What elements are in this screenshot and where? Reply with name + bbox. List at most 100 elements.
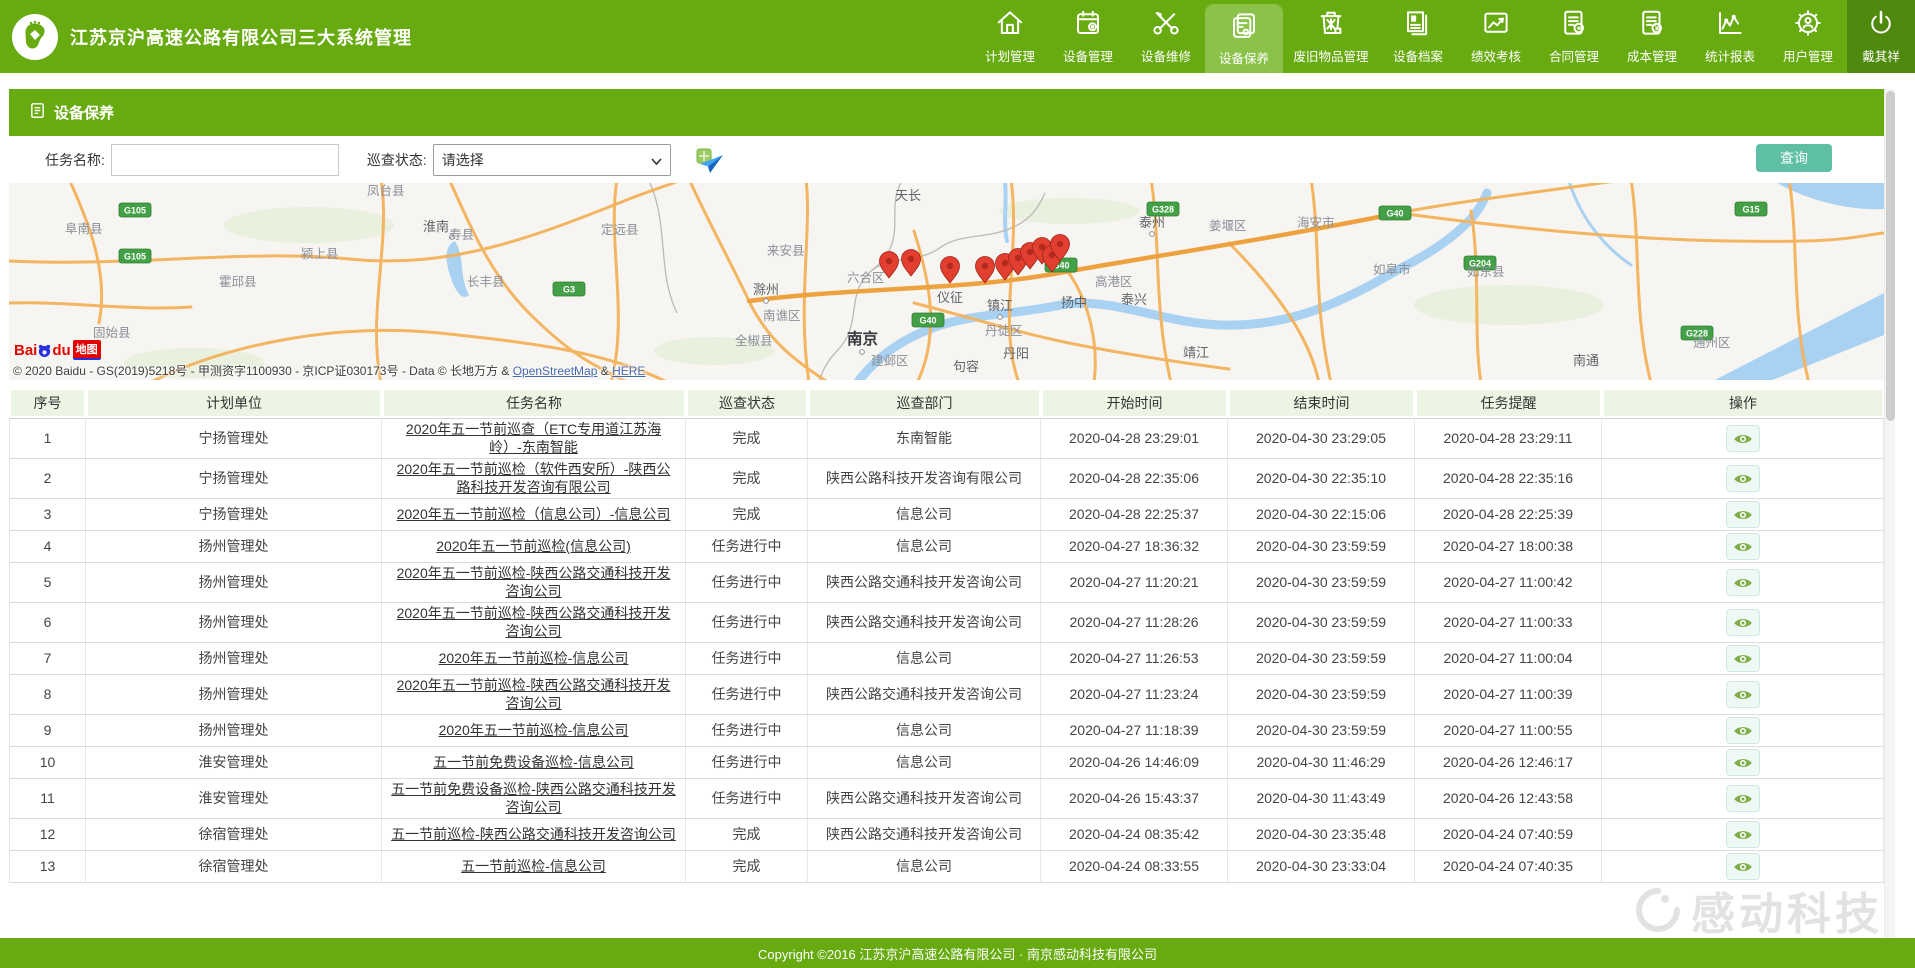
task-table-container: 序号计划单位任务名称巡查状态巡查部门开始时间结束时间任务提醒操作 1宁扬管理处2…: [9, 388, 1884, 930]
task-link[interactable]: 五一节前免费设备巡检-信息公司: [433, 754, 634, 770]
baidu-map[interactable]: G105G105G3G40G40G40G328G204G15G228 凤台县阜南…: [9, 183, 1884, 380]
task-link[interactable]: 2020年五一节前巡检-陕西公路交通科技开发咨询公司: [397, 565, 671, 599]
view-detail-button[interactable]: [1726, 645, 1760, 672]
task-name: 2020年五一节前巡查（ETC专用道江苏海岭）-东南智能: [382, 418, 686, 459]
view-detail-button[interactable]: [1726, 609, 1760, 636]
map-place-label: 六合区: [847, 270, 885, 285]
inspect-status: 任务进行中: [686, 563, 808, 603]
task-link[interactable]: 2020年五一节前巡检-陕西公路交通科技开发咨询公司: [397, 605, 671, 639]
map-pin-icon[interactable]: [902, 250, 921, 277]
nav-item-performance[interactable]: 绩效考核: [1457, 0, 1535, 73]
nav-item-usermgr[interactable]: 用户管理: [1769, 0, 1847, 73]
task-link[interactable]: 2020年五一节前巡检（软件西安所）-陕西公路科技开发咨询有限公司: [397, 461, 671, 495]
baidu-map-logo[interactable]: Bai du 地图: [14, 340, 101, 360]
vertical-scrollbar[interactable]: [1884, 89, 1895, 938]
map-place-label: 扬中: [1061, 295, 1087, 310]
nav-item-waste[interactable]: 废旧物品管理: [1283, 0, 1379, 73]
tools-icon: [1151, 8, 1181, 43]
view-detail-button[interactable]: [1726, 501, 1760, 528]
task-name-input[interactable]: [111, 144, 339, 176]
task-name: 2020年五一节前巡检（软件西安所）-陕西公路科技开发咨询有限公司: [382, 459, 686, 499]
baidu-logo-bai: Bai: [14, 342, 37, 359]
map-place-label: 滁州: [753, 282, 779, 297]
task-table: 序号计划单位任务名称巡查状态巡查部门开始时间结束时间任务提醒操作 1宁扬管理处2…: [9, 388, 1884, 883]
view-detail-button[interactable]: [1726, 681, 1760, 708]
column-header: 任务提醒: [1415, 388, 1602, 418]
status-select[interactable]: 请选择: [433, 144, 671, 176]
start-time: 2020-04-26 15:43:37: [1041, 779, 1228, 819]
scrollbar-thumb[interactable]: [1886, 91, 1895, 421]
eye-icon: [1733, 860, 1753, 874]
eye-icon: [1733, 616, 1753, 630]
view-detail-button[interactable]: [1726, 853, 1760, 880]
row-number: 9: [9, 715, 86, 747]
nav-item-maintain[interactable]: 设备保养: [1205, 4, 1283, 73]
highway-badge: G328: [1147, 202, 1179, 216]
table-row: 2宁扬管理处2020年五一节前巡检（软件西安所）-陕西公路科技开发咨询有限公司完…: [9, 459, 1884, 499]
row-actions: [1602, 643, 1884, 675]
nav-item-cost[interactable]: ¥成本管理: [1613, 0, 1691, 73]
end-time: 2020-04-30 23:29:05: [1228, 418, 1415, 459]
view-detail-button[interactable]: [1726, 569, 1760, 596]
task-link[interactable]: 2020年五一节前巡检-信息公司: [439, 722, 629, 738]
plan-unit: 扬州管理处: [86, 563, 382, 603]
view-detail-button[interactable]: [1726, 465, 1760, 492]
plan-unit: 徐宿管理处: [86, 819, 382, 851]
table-row: 9扬州管理处2020年五一节前巡检-信息公司任务进行中信息公司2020-04-2…: [9, 715, 1884, 747]
query-button[interactable]: 查询: [1756, 144, 1832, 172]
start-time: 2020-04-26 14:46:09: [1041, 747, 1228, 779]
task-link[interactable]: 五一节前免费设备巡检-陕西公路交通科技开发咨询公司: [391, 781, 676, 815]
nav-item-repair[interactable]: 设备维修: [1127, 0, 1205, 73]
plan-unit: 淮安管理处: [86, 747, 382, 779]
row-number: 5: [9, 563, 86, 603]
plan-unit: 淮安管理处: [86, 779, 382, 819]
task-link[interactable]: 2020年五一节前巡检-信息公司: [439, 650, 629, 666]
page: 江苏京沪高速公路有限公司三大系统管理 计划管理设备管理设备维修设备保养废旧物品管…: [0, 0, 1915, 968]
map-attribution: © 2020 Baidu - GS(2019)5218号 - 甲测资字11009…: [13, 362, 645, 379]
view-detail-button[interactable]: [1726, 425, 1760, 452]
map-pin-icon[interactable]: [941, 257, 960, 284]
task-link[interactable]: 2020年五一节前巡检-陕西公路交通科技开发咨询公司: [397, 677, 671, 711]
map-place-label: 姜堰区: [1209, 218, 1247, 233]
view-detail-button[interactable]: [1726, 533, 1760, 560]
task-link[interactable]: 2020年五一节前巡查（ETC专用道江苏海岭）-东南智能: [406, 421, 661, 455]
app-title: 江苏京沪高速公路有限公司三大系统管理: [70, 24, 412, 50]
task-link[interactable]: 五一节前巡检-信息公司: [461, 858, 606, 874]
nav-item-contract[interactable]: 合同管理: [1535, 0, 1613, 73]
view-detail-button[interactable]: [1726, 749, 1760, 776]
plan-unit: 宁扬管理处: [86, 418, 382, 459]
eye-icon: [1733, 724, 1753, 738]
nav-item-label: 设备档案: [1393, 46, 1443, 65]
task-name: 五一节前巡检-陕西公路交通科技开发咨询公司: [382, 819, 686, 851]
start-time: 2020-04-24 08:35:42: [1041, 819, 1228, 851]
brand: 江苏京沪高速公路有限公司三大系统管理: [0, 14, 412, 60]
highway-badge: G40: [912, 313, 944, 327]
nav-item-archive[interactable]: 设备档案: [1379, 0, 1457, 73]
nav-item-user[interactable]: 戴其祥: [1847, 0, 1915, 73]
inspect-status: 完成: [686, 499, 808, 531]
map-pin-icon[interactable]: [976, 257, 995, 284]
view-detail-button[interactable]: [1726, 821, 1760, 848]
nav-item-device[interactable]: 设备管理: [1049, 0, 1127, 73]
row-actions: [1602, 459, 1884, 499]
nav-item-label: 统计报表: [1705, 46, 1755, 65]
row-actions: [1602, 418, 1884, 459]
task-link[interactable]: 五一节前巡检-陕西公路交通科技开发咨询公司: [391, 826, 676, 842]
inspect-dept: 信息公司: [808, 531, 1041, 563]
send-plane-icon[interactable]: [693, 145, 725, 175]
osm-link[interactable]: OpenStreetMap: [513, 364, 598, 378]
inspect-dept: 信息公司: [808, 499, 1041, 531]
task-name-label: 任务名称:: [45, 150, 105, 170]
end-time: 2020-04-30 23:59:59: [1228, 715, 1415, 747]
row-actions: [1602, 715, 1884, 747]
view-detail-button[interactable]: [1726, 785, 1760, 812]
start-time: 2020-04-28 22:25:37: [1041, 499, 1228, 531]
task-link[interactable]: 2020年五一节前巡检(信息公司): [436, 538, 630, 554]
svg-text:G105: G105: [124, 252, 146, 262]
view-detail-button[interactable]: [1726, 717, 1760, 744]
nav-item-report[interactable]: 统计报表: [1691, 0, 1769, 73]
task-link[interactable]: 2020年五一节前巡检（信息公司）-信息公司: [397, 506, 671, 522]
nav-item-plan[interactable]: 计划管理: [971, 0, 1049, 73]
svg-text:G15: G15: [1742, 205, 1759, 215]
here-link[interactable]: HERE: [612, 364, 645, 378]
